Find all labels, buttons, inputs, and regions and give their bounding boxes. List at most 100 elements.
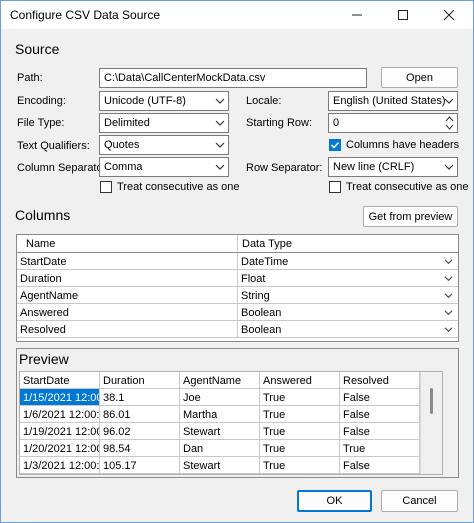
chevron-down-icon — [444, 98, 454, 104]
close-icon — [444, 10, 454, 20]
preview-cell-0-1[interactable]: 38.1 — [100, 389, 180, 406]
source-heading: Source — [15, 41, 60, 57]
spinner-arrows-icon[interactable] — [445, 115, 454, 131]
scrollbar-thumb[interactable] — [430, 388, 433, 414]
columns-row-4-type-text: Boolean — [241, 324, 282, 336]
preview-header-resolved[interactable]: Resolved — [340, 372, 420, 389]
columns-row-1-type-text: Float — [241, 273, 266, 285]
preview-cell-4-2[interactable]: Stewart — [180, 457, 260, 474]
columns-row-1-name[interactable]: Duration — [17, 270, 238, 287]
preview-cell-1-3[interactable]: True — [260, 406, 340, 423]
preview-cell-4-0[interactable]: 1/3/2021 12:00:0... — [20, 457, 100, 474]
preview-cell-0-3[interactable]: True — [260, 389, 340, 406]
columns-row-0-type-text: DateTime — [241, 256, 289, 268]
preview-heading: Preview — [19, 351, 69, 367]
columns-row-3-type[interactable]: Boolean — [238, 304, 458, 321]
columns-row-3-name[interactable]: Answered — [17, 304, 238, 321]
filetype-label: File Type: — [17, 117, 65, 129]
preview-cell-4-1[interactable]: 105.17 — [100, 457, 180, 474]
ok-button[interactable]: OK — [297, 490, 372, 512]
preview-cell-2-2[interactable]: Stewart — [180, 423, 260, 440]
columns-row-3-type-text: Boolean — [241, 307, 282, 319]
preview-cell-1-1[interactable]: 86.01 — [100, 406, 180, 423]
preview-vertical-scrollbar[interactable] — [420, 372, 442, 474]
preview-header-duration[interactable]: Duration — [100, 372, 180, 389]
preview-header-answered[interactable]: Answered — [260, 372, 340, 389]
columns-row-0-name[interactable]: StartDate — [17, 253, 238, 270]
get-from-preview-button[interactable]: Get from preview — [363, 206, 458, 227]
startrow-spinner[interactable]: 0 — [328, 113, 458, 133]
chevron-down-icon — [215, 142, 225, 148]
columns-row-1-type[interactable]: Float — [238, 270, 458, 287]
preview-cell-0-2[interactable]: Joe — [180, 389, 260, 406]
startrow-label: Starting Row: — [246, 117, 313, 129]
open-button[interactable]: Open — [381, 67, 458, 88]
title-bar: Configure CSV Data Source — [1, 1, 473, 29]
path-input[interactable]: C:\Data\CallCenterMockData.csv — [99, 68, 367, 88]
minimize-icon — [352, 14, 362, 16]
columns-row-2-type-text: String — [241, 290, 270, 302]
preview-cell-0-0[interactable]: 1/15/2021 12:00:... — [20, 389, 100, 406]
chevron-down-icon — [215, 164, 225, 170]
preview-cell-3-1[interactable]: 98.54 — [100, 440, 180, 457]
rowsep-label: Row Separator: — [246, 162, 323, 174]
locale-value: English (United States) — [333, 95, 446, 107]
preview-header-agentname[interactable]: AgentName — [180, 372, 260, 389]
locale-label: Locale: — [246, 95, 282, 107]
preview-cell-2-3[interactable]: True — [260, 423, 340, 440]
chevron-down-icon — [444, 164, 454, 170]
preview-cell-4-4[interactable]: False — [340, 457, 420, 474]
encoding-value: Unicode (UTF-8) — [104, 95, 186, 107]
columns-row-2-name[interactable]: AgentName — [17, 287, 238, 304]
preview-panel: Preview StartDate Duration AgentName Ans… — [16, 348, 459, 478]
columns-header-type[interactable]: Data Type — [238, 235, 458, 253]
preview-grid: StartDate Duration AgentName Answered Re… — [19, 371, 443, 475]
columns-row-0-type[interactable]: DateTime — [238, 253, 458, 270]
preview-cell-2-1[interactable]: 96.02 — [100, 423, 180, 440]
colsep-value: Comma — [104, 161, 143, 173]
columns-row-2-type[interactable]: String — [238, 287, 458, 304]
minimize-button[interactable] — [334, 1, 380, 29]
locale-select[interactable]: English (United States) — [328, 91, 458, 111]
preview-cell-1-2[interactable]: Martha — [180, 406, 260, 423]
rowsep-value: New line (CRLF) — [333, 161, 415, 173]
treat-consecutive-checkbox-right[interactable] — [329, 181, 341, 193]
columns-row-4-type[interactable]: Boolean — [238, 321, 458, 338]
cancel-button[interactable]: Cancel — [381, 490, 458, 512]
columns-header-name[interactable]: Name — [17, 235, 238, 253]
close-button[interactable] — [426, 1, 472, 29]
encoding-select[interactable]: Unicode (UTF-8) — [99, 91, 229, 111]
columns-header-name-text: Name — [26, 238, 56, 250]
columns-row-4-name[interactable]: Resolved — [17, 321, 238, 338]
chevron-down-icon — [444, 259, 453, 265]
columns-header-type-text: Data Type — [242, 238, 292, 250]
preview-cell-2-0[interactable]: 1/19/2021 12:00:... — [20, 423, 100, 440]
configure-csv-dialog: Configure CSV Data Source Source Path: C… — [0, 0, 474, 523]
preview-cell-3-2[interactable]: Dan — [180, 440, 260, 457]
rowsep-select[interactable]: New line (CRLF) — [328, 157, 458, 177]
preview-header-startdate[interactable]: StartDate — [20, 372, 100, 389]
preview-cell-4-3[interactable]: True — [260, 457, 340, 474]
preview-cell-3-3[interactable]: True — [260, 440, 340, 457]
path-label: Path: — [17, 72, 43, 84]
treat-consecutive-label-left: Treat consecutive as one — [117, 181, 240, 193]
treat-consecutive-checkbox-left[interactable] — [100, 181, 112, 193]
chevron-down-icon — [444, 293, 453, 299]
preview-cell-0-4[interactable]: False — [340, 389, 420, 406]
chevron-down-icon — [215, 98, 225, 104]
headers-checkbox-label: Columns have headers — [346, 139, 460, 151]
preview-cell-2-4[interactable]: False — [340, 423, 420, 440]
qualifiers-value: Quotes — [104, 139, 140, 151]
preview-cell-3-0[interactable]: 1/20/2021 12:00:... — [20, 440, 100, 457]
window-title: Configure CSV Data Source — [10, 8, 161, 22]
colsep-select[interactable]: Comma — [99, 157, 229, 177]
qualifiers-select[interactable]: Quotes — [99, 135, 229, 155]
preview-cell-1-4[interactable]: False — [340, 406, 420, 423]
preview-cell-3-4[interactable]: True — [340, 440, 420, 457]
colsep-label: Column Separator: — [17, 162, 110, 174]
preview-cell-1-0[interactable]: 1/6/2021 12:00:0... — [20, 406, 100, 423]
headers-checkbox[interactable] — [329, 139, 341, 151]
maximize-button[interactable] — [380, 1, 426, 29]
filetype-select[interactable]: Delimited — [99, 113, 229, 133]
encoding-label: Encoding: — [17, 95, 66, 107]
